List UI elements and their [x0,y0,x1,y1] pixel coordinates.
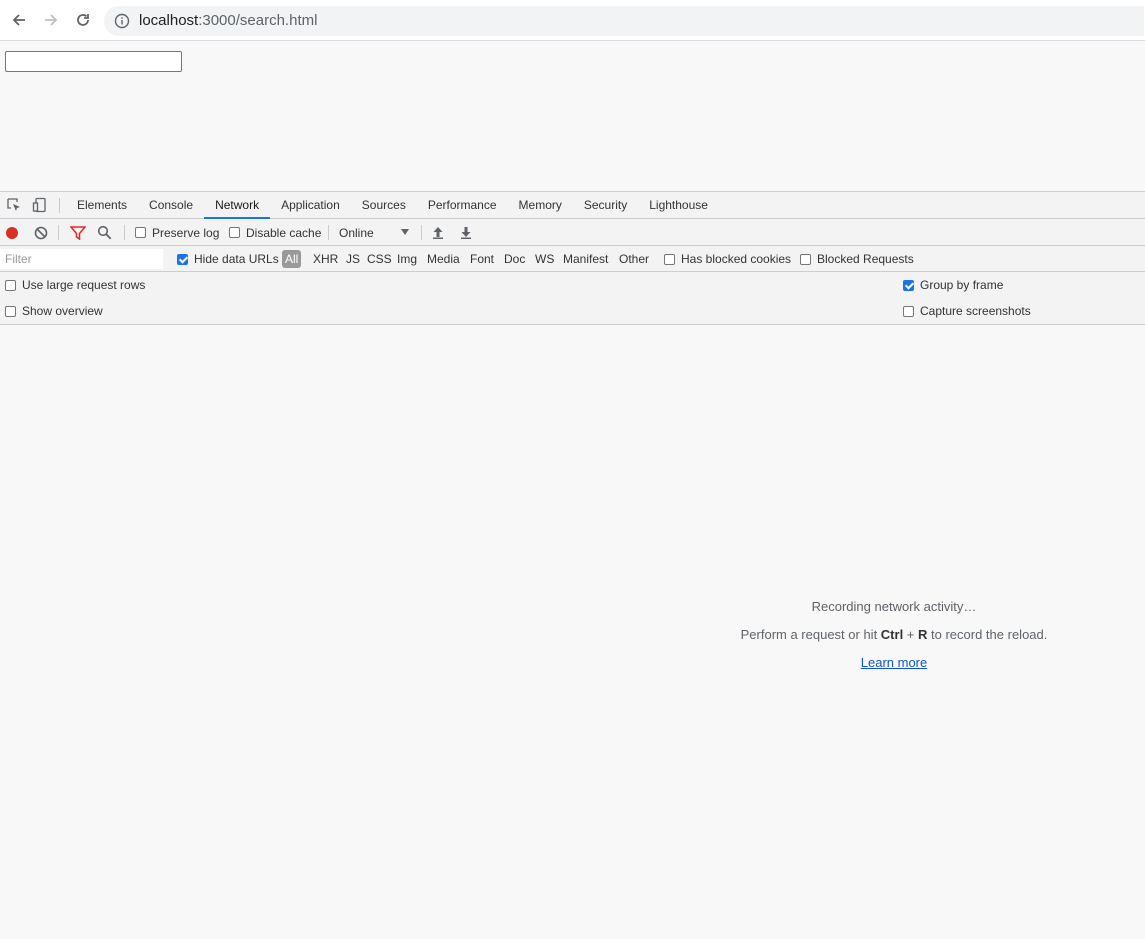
type-filter-doc[interactable]: Doc [501,250,528,268]
info-icon[interactable] [114,13,130,29]
record-button[interactable] [5,219,19,246]
network-filterbar: Filter Hide data URLs All XHR JS CSS Img Medi… [0,246,1145,272]
browser-toolbar: localhost:3000/search.html [0,0,1145,41]
upload-icon [433,227,443,239]
checkbox-box[interactable] [664,253,675,265]
blocked-requests-checkbox[interactable]: Blocked Requests [800,246,914,272]
plus-sign: + [903,627,919,642]
group-by-frame-checkbox[interactable]: Group by frame [903,276,1003,294]
show-overview-checkbox[interactable]: Show overview [5,302,103,320]
address-bar[interactable]: localhost:3000/search.html [104,6,1144,36]
disable-cache-label: Disable cache [246,225,322,240]
tab-separator [59,198,60,213]
hide-data-urls-checkbox[interactable]: Hide data URLs [177,246,279,272]
devtools-tabbar: Elements Console Network Application Sources… [0,192,1145,219]
url-host: localhost [139,12,199,29]
type-filter-all[interactable]: All [282,250,302,268]
tab-application[interactable]: Application [270,192,351,219]
checkbox-box[interactable] [903,279,914,291]
preserve-log-label: Preserve log [152,225,220,240]
record-icon [6,226,18,239]
disable-cache-checkbox[interactable]: Disable cache [229,219,321,246]
tab-network[interactable]: Network [204,192,271,219]
checkbox-box[interactable] [177,253,188,265]
capture-screenshots-checkbox[interactable]: Capture screenshots [903,302,1031,320]
empty-state: Recording network activity… Perform a re… [0,325,1145,939]
clear-icon [34,226,48,239]
checkbox-box[interactable] [135,227,146,238]
type-filter-ws[interactable]: WS [532,250,557,268]
forward-button[interactable] [40,9,62,31]
has-blocked-cookies-checkbox[interactable]: Has blocked cookies [664,246,791,272]
clear-button[interactable] [34,219,48,246]
dropdown-arrow-icon [401,229,409,235]
reload-icon [77,14,89,26]
ctrl-key: Ctrl [880,627,904,642]
blocked-requests-label: Blocked Requests [817,252,914,266]
back-button[interactable] [8,9,30,31]
tab-performance[interactable]: Performance [417,192,508,219]
perform-prefix: Perform a request or hit [740,627,881,642]
type-filter-img[interactable]: Img [394,250,420,268]
filter-toggle-button[interactable] [70,219,86,246]
download-icon [461,227,471,239]
learn-more-link[interactable]: Learn more [861,655,927,670]
recording-message: Recording network activity… [811,599,977,614]
type-filter-other[interactable]: Other [616,250,652,268]
type-filter-xhr[interactable]: XHR [310,250,341,268]
tab-console[interactable]: Console [138,192,204,219]
hide-data-urls-label: Hide data URLs [194,252,279,266]
url-text: localhost:3000/search.html [139,12,317,29]
checkbox-box[interactable] [5,279,16,291]
preserve-log-checkbox[interactable]: Preserve log [135,219,219,246]
throttling-select[interactable]: Online [339,219,411,246]
checkbox-box[interactable] [229,227,240,238]
inspect-element-icon[interactable] [6,197,22,213]
use-large-rows-label: Use large request rows [22,278,146,292]
r-key: R [918,627,928,642]
toolbar-separator [124,225,125,240]
import-har-button[interactable] [432,219,444,246]
tab-sources[interactable]: Sources [351,192,417,219]
type-filter-js[interactable]: JS [343,250,363,268]
type-filter-media[interactable]: Media [424,250,463,268]
search-input[interactable] [5,51,182,72]
use-large-rows-checkbox[interactable]: Use large request rows [5,276,145,294]
devtools-panel: Elements Console Network Application Sources… [0,191,1145,939]
tab-security[interactable]: Security [573,192,638,219]
search-button[interactable] [97,219,112,246]
checkbox-box[interactable] [903,305,914,317]
show-overview-label: Show overview [22,304,103,318]
network-toolbar: Preserve log Disable cache Online [0,219,1145,246]
filter-icon [70,225,86,240]
throttling-value: Online [339,225,374,240]
type-filter-css[interactable]: CSS [364,250,395,268]
has-blocked-cookies-label: Has blocked cookies [681,252,792,266]
checkbox-box[interactable] [800,253,811,265]
arrow-left-icon [12,14,25,26]
arrow-right-icon [45,14,58,26]
checkbox-box[interactable] [5,305,16,317]
toolbar-separator [421,225,422,240]
network-settings: Use large request rows Show overview Gro… [0,272,1145,325]
capture-screenshots-label: Capture screenshots [920,304,1031,318]
reload-button[interactable] [72,9,94,31]
type-filter-font[interactable]: Font [467,250,497,268]
page-content [0,41,1145,191]
device-toolbar-icon[interactable] [32,197,48,213]
devtools-tabs: Elements Console Network Application Sources… [66,192,719,219]
toolbar-separator [58,225,59,240]
tab-elements[interactable]: Elements [66,192,138,219]
group-by-frame-label: Group by frame [920,278,1004,292]
perform-request-message: Perform a request or hit Ctrl + R to rec… [694,627,1094,642]
tab-lighthouse[interactable]: Lighthouse [638,192,719,219]
perform-suffix: to record the reload. [927,627,1048,642]
tab-memory[interactable]: Memory [508,192,573,219]
url-path: :3000/search.html [198,12,318,29]
toolbar-separator [328,225,329,240]
filter-input[interactable]: Filter [0,249,163,269]
type-filter-manifest[interactable]: Manifest [560,250,611,268]
export-har-button[interactable] [460,219,472,246]
search-icon [97,225,112,240]
